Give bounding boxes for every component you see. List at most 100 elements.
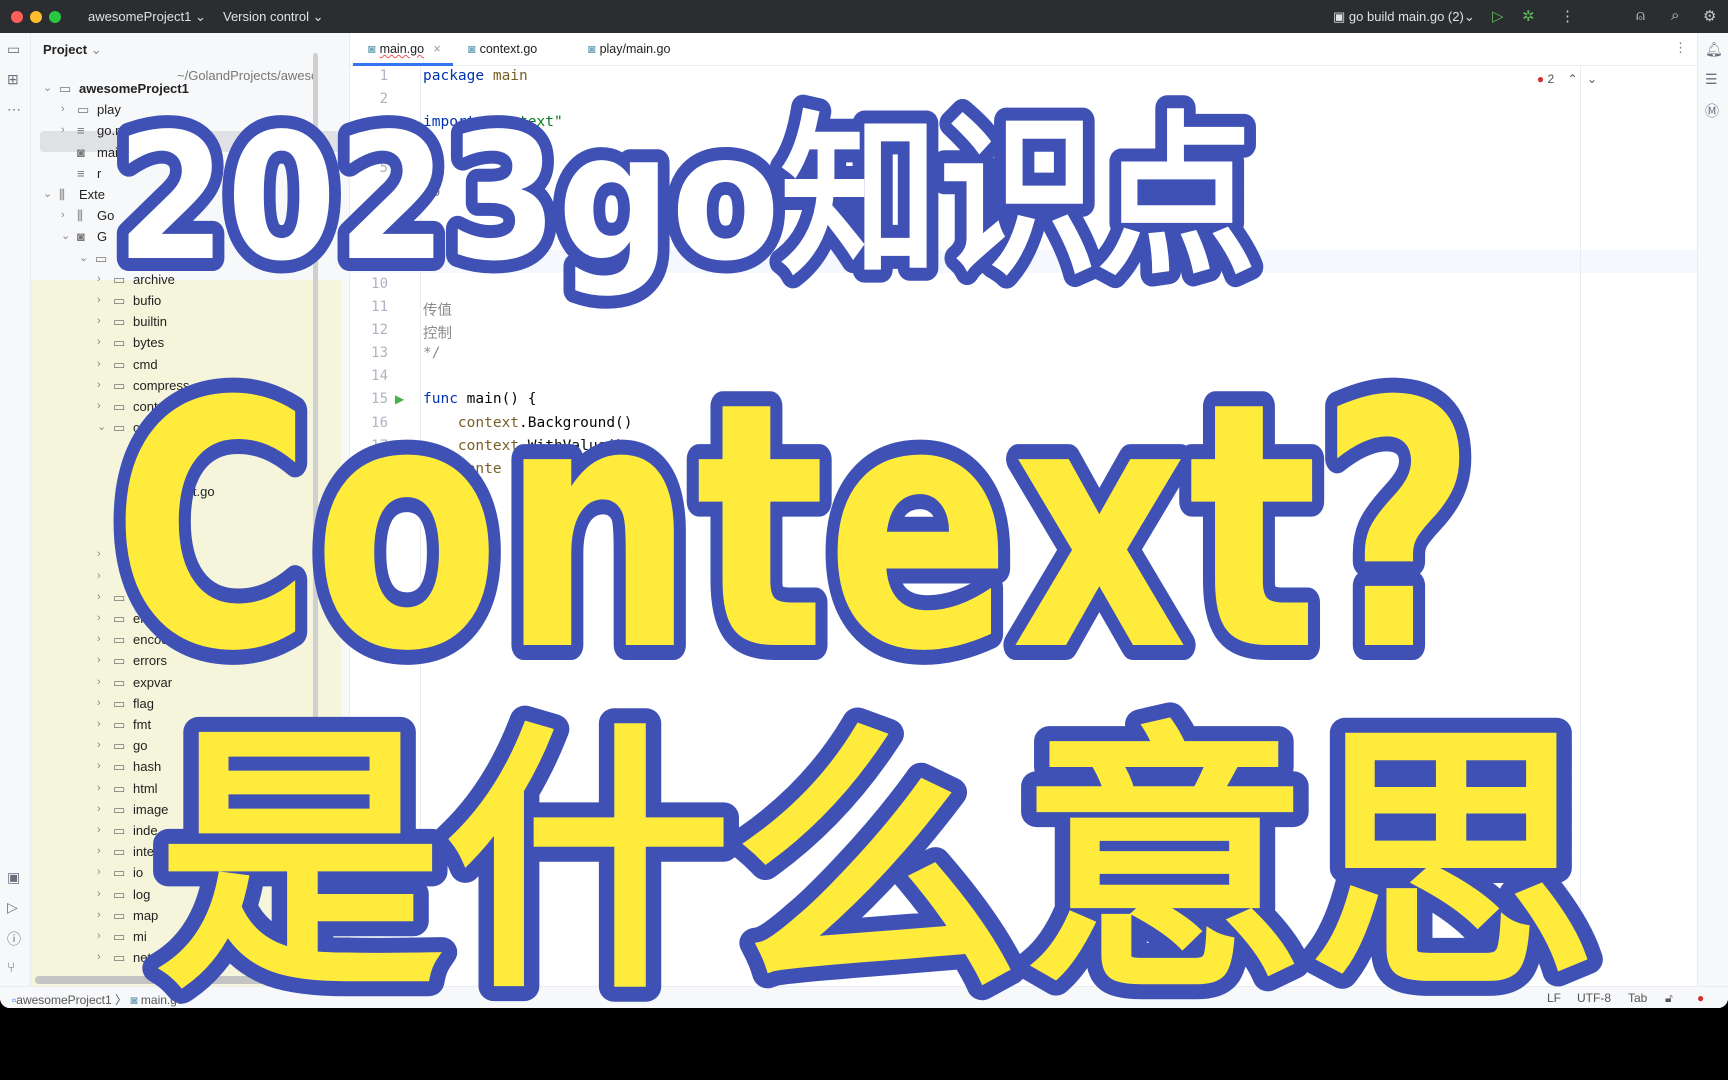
editor-tabs: ◙ main.go × ◙ context.go ◙ play/main.go ⋮ — [350, 33, 1697, 66]
vcs-selector[interactable]: Version control ⌄ — [223, 9, 324, 25]
project-panel-header[interactable]: Project ⌄ — [43, 42, 102, 58]
git-icon[interactable]: ⑂ — [7, 959, 15, 975]
chevron-right-icon[interactable]: › — [97, 608, 101, 629]
chevron-right-icon[interactable]: › — [61, 99, 65, 120]
folder-icon: ▭ — [113, 632, 126, 648]
code-line[interactable]: 传值 — [423, 299, 452, 320]
code-line[interactable]: co — [423, 184, 440, 200]
tab-play-main-go[interactable]: ◙ play/main.go — [588, 42, 670, 56]
chevron-right-icon[interactable]: › — [61, 120, 65, 141]
lock-icon[interactable]: 🔓︎ — [1665, 991, 1673, 1006]
chevron-down-icon[interactable]: ⌄ — [61, 226, 70, 247]
chevron-right-icon[interactable]: › — [97, 544, 101, 565]
close-tab-icon[interactable]: × — [434, 42, 441, 56]
project-root-path: ~/GolandProjects/awesc — [177, 68, 318, 83]
tree-item-label: inde — [133, 823, 158, 838]
line-number: 17 — [371, 437, 388, 454]
chevron-right-icon[interactable]: › — [97, 396, 101, 417]
chevron-right-icon[interactable]: › — [97, 566, 101, 587]
chevron-right-icon[interactable]: › — [97, 820, 101, 841]
error-indicator[interactable]: ● 2 ⌃ ⌄ — [1537, 72, 1597, 86]
minimize-window-button[interactable] — [30, 11, 42, 23]
folder-icon: ▭ — [113, 907, 126, 923]
chevron-right-icon[interactable]: › — [97, 905, 101, 926]
chevron-right-icon[interactable]: › — [97, 269, 101, 290]
chevron-right-icon[interactable]: › — [97, 884, 101, 905]
code-line[interactable]: 写 — [423, 253, 438, 274]
vertical-scrollbar[interactable] — [313, 53, 318, 953]
markdown-icon[interactable]: Ⓜ — [1705, 101, 1719, 121]
gear-icon[interactable]: ⚙ — [1703, 7, 1716, 25]
chevron-right-icon[interactable]: › — [61, 205, 65, 226]
chevron-down-icon[interactable]: ⌄ — [43, 78, 52, 99]
file-encoding[interactable]: UTF-8 — [1577, 991, 1611, 1005]
run-icon[interactable]: ▷ — [1492, 7, 1504, 25]
chevron-right-icon[interactable]: › — [97, 650, 101, 671]
code-line[interactable]: } — [423, 484, 432, 500]
terminal-icon[interactable]: ▣ — [7, 869, 20, 886]
horizontal-scrollbar[interactable] — [35, 976, 271, 984]
chevron-right-icon[interactable]: › — [97, 311, 101, 332]
chevron-right-icon[interactable]: › — [97, 947, 101, 968]
chevron-right-icon[interactable]: › — [97, 735, 101, 756]
structure-icon[interactable]: ⊞ — [7, 71, 19, 88]
chevron-right-icon[interactable]: › — [97, 756, 101, 777]
line-number: 9 — [379, 252, 388, 269]
run-config-selector[interactable]: ▣ go build main.go (2)⌄ — [1333, 9, 1475, 25]
code-line[interactable]: func main() { — [423, 391, 537, 407]
chevron-right-icon[interactable]: › — [97, 841, 101, 862]
chevron-right-icon[interactable]: › — [97, 587, 101, 608]
chevron-down-icon[interactable]: ⌄ — [79, 248, 88, 269]
selected-row-highlight — [40, 131, 340, 152]
breadcrumb-file[interactable]: main.go — [141, 993, 184, 1007]
code-line[interactable]: conte — [423, 461, 502, 477]
indent-setting[interactable]: Tab — [1628, 991, 1647, 1005]
chevron-right-icon[interactable]: › — [97, 672, 101, 693]
prev-error-icon[interactable]: ⌃ — [1568, 72, 1578, 86]
run-gutter-icon[interactable]: ▶ — [395, 392, 404, 406]
debug-icon[interactable]: ✲ — [1522, 7, 1535, 25]
close-window-button[interactable] — [11, 11, 23, 23]
chevron-right-icon[interactable]: › — [97, 629, 101, 650]
chevron-right-icon[interactable]: › — [97, 290, 101, 311]
tab-options-icon[interactable]: ⋮ — [1674, 40, 1687, 56]
chevron-right-icon[interactable]: › — [97, 375, 101, 396]
chevron-right-icon[interactable]: › — [97, 714, 101, 735]
add-user-icon[interactable]: ⍝ — [1636, 7, 1645, 24]
problems-icon[interactable]: ⓘ — [7, 929, 21, 949]
line-separator[interactable]: LF — [1547, 991, 1561, 1005]
search-icon[interactable]: ⌕ — [1671, 7, 1679, 24]
tab-main-go[interactable]: ◙ main.go × — [368, 42, 441, 56]
chevron-down-icon[interactable]: ⌄ — [97, 417, 106, 438]
error-status-icon[interactable]: ● — [1697, 991, 1704, 1005]
code-editor[interactable]: 1 package main 2 3 import "context" 4 5 6 co 7 8 9 写… — [350, 66, 1697, 986]
code-line[interactable]: package main — [423, 68, 528, 84]
tree-item-label: net — [133, 950, 152, 966]
tree-item-label: io — [133, 865, 144, 881]
chevron-right-icon[interactable]: › — [97, 799, 101, 820]
code-line[interactable]: context.WithValue() — [423, 438, 624, 454]
code-line[interactable]: import "context" — [423, 114, 563, 130]
project-selector[interactable]: awesomeProject1 ⌄ — [88, 9, 206, 25]
chevron-right-icon[interactable]: › — [97, 926, 101, 947]
chevron-right-icon[interactable]: › — [97, 693, 101, 714]
code-line[interactable]: 控制 — [423, 322, 452, 343]
code-line[interactable]: context.Background() — [423, 415, 633, 431]
more-icon[interactable]: ⋮ — [1560, 7, 1575, 25]
chevron-down-icon[interactable]: ⌄ — [43, 184, 52, 205]
tab-context-go[interactable]: ◙ context.go — [468, 42, 537, 56]
chevron-right-icon[interactable]: › — [97, 862, 101, 883]
next-error-icon[interactable]: ⌄ — [1587, 72, 1597, 86]
database-icon[interactable]: ☰ — [1705, 71, 1718, 88]
chevron-right-icon[interactable]: › — [97, 332, 101, 353]
more-tools-icon[interactable]: ⋯ — [7, 101, 21, 118]
run-tool-icon[interactable]: ▷ — [7, 899, 18, 916]
line-number: 12 — [371, 322, 388, 339]
maximize-window-button[interactable] — [49, 11, 61, 23]
breadcrumb-project[interactable]: awesomeProject1 — [16, 993, 111, 1007]
chevron-right-icon[interactable]: › — [97, 778, 101, 799]
code-line[interactable]: */ — [423, 345, 440, 361]
folder-icon[interactable]: ▭ — [7, 41, 20, 58]
chevron-right-icon[interactable]: › — [97, 354, 101, 375]
notifications-icon[interactable]: 🔔︎ — [1705, 41, 1723, 58]
